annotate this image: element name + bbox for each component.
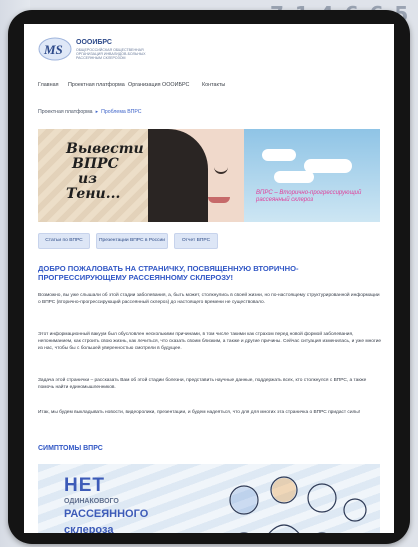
symptoms-image-line: склероза [64, 524, 114, 533]
logo-icon[interactable]: MS [38, 36, 72, 62]
logo-subtitle: ОБЩЕРОССИЙСКАЯ ОБЩЕСТВЕННАЯ ОРГАНИЗАЦИЯ … [76, 48, 146, 61]
tab-articles[interactable]: Статьи по ВПРС [38, 233, 90, 249]
article-paragraph-2: Этот информационный вакуум был обусловле… [38, 332, 382, 352]
banner-title-line: из [78, 171, 98, 187]
cloud-shape [304, 159, 352, 173]
banner-sky-image [244, 129, 380, 222]
hero-banner: Вывести ВПРС из Тени... ВПРС – Вторично-… [38, 129, 380, 222]
portrait-mouth [208, 197, 230, 203]
breadcrumb-item-platform[interactable]: Проектная платформа [38, 109, 93, 115]
banner-title-line: ВПРС [72, 156, 119, 172]
tab-presentations[interactable]: Презентации ВПРС в России [96, 233, 168, 249]
banner-title-line: Вывести [66, 141, 144, 157]
banner-caption: ВПРС – Вторично-прогрессирующий рассеянн… [256, 190, 362, 203]
symptoms-image-line: ОДИНАКОВОГО [64, 498, 119, 505]
logo-name[interactable]: ОООИБРС [76, 39, 112, 46]
browser-screen: MS ОООИБРС ОБЩЕРОССИЙСКАЯ ОБЩЕСТВЕННАЯ О… [24, 24, 394, 533]
banner-title-line: Тени... [66, 186, 121, 202]
nav-organization[interactable]: Организация ОООИБРС [128, 82, 189, 88]
symptoms-image-line: НЕТ [64, 475, 105, 496]
breadcrumb: Проектная платформа ▸ Проблема ВПРС [38, 109, 142, 119]
banner-title: Вывести ВПРС из Тени... [66, 142, 156, 202]
portrait-hair [148, 129, 208, 222]
cloud-shape [274, 171, 314, 183]
people-illustration-icon [229, 476, 367, 533]
nav-project-platform[interactable]: Проектная платформа [68, 82, 125, 88]
breadcrumb-separator-icon: ▸ [95, 109, 99, 115]
tab-report[interactable]: Отчет ВПРС [174, 233, 218, 249]
breadcrumb-item-current: Проблема ВПРС [101, 109, 142, 115]
tablet-frame: MS ОООИБРС ОБЩЕРОССИЙСКАЯ ОБЩЕСТВЕННАЯ О… [8, 10, 410, 544]
nav-contacts[interactable]: Контакты [202, 82, 225, 88]
article-paragraph-3: Задача этой странички – рассказать Вам о… [38, 378, 367, 391]
symptoms-image-line: РАССЕЯННОГО [64, 508, 149, 520]
cloud-shape [262, 149, 296, 161]
article-paragraph-4: Итак, мы будем выкладывать новости, виде… [38, 410, 361, 415]
portrait-eye [214, 167, 228, 174]
symptoms-heading: СИМПТОМЫ ВПРС [38, 445, 103, 452]
main-nav: Главная Проектная платформа Организация … [24, 79, 394, 93]
article-paragraph-1: Возможно, вы уже слышали об этой стадии … [38, 293, 380, 306]
nav-home[interactable]: Главная [38, 82, 59, 88]
banner-portrait-image [148, 129, 244, 222]
symptoms-image: НЕТ ОДИНАКОВОГО РАССЕЯННОГО склероза [38, 464, 380, 533]
site-header: MS ОООИБРС ОБЩЕРОССИЙСКАЯ ОБЩЕСТВЕННАЯ О… [24, 24, 394, 76]
page-title: ДОБРО ПОЖАЛОВАТЬ НА СТРАНИЧКУ, ПОСВЯЩЕНН… [38, 264, 299, 282]
svg-text:MS: MS [43, 42, 63, 57]
